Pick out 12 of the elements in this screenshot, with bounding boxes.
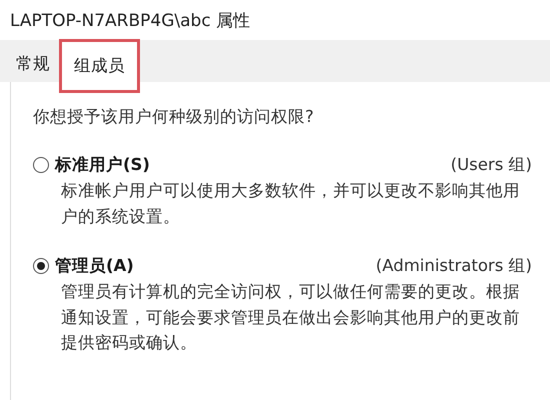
option-description: 管理员有计算机的完全访问权，可以做任何需要的更改。根据通知设置，可能会要求管理员在做出会影响其他用户的更改前提供密码或确认。 [60, 281, 521, 354]
group-name: (Administrators 组) [376, 255, 532, 278]
group-name: (Users 组) [450, 154, 532, 176]
radio-button[interactable] [33, 258, 49, 274]
option-label[interactable]: 标准用户(S) [55, 154, 150, 176]
tab[interactable]: 组成员 [60, 40, 139, 92]
option-description: 标准帐户用户可以使用大多数软件，并可以更改不影响其他用户的系统设置。 [60, 180, 521, 228]
window-title: LAPTOP-N7ARBP4G\abc 属性 [10, 10, 250, 32]
question-text: 你想授予该用户何种级别的访问权限? [33, 106, 315, 128]
radio-button[interactable] [33, 157, 49, 173]
tab[interactable]: 常规 [10, 46, 60, 82]
option-label[interactable]: 管理员(A) [55, 255, 134, 278]
